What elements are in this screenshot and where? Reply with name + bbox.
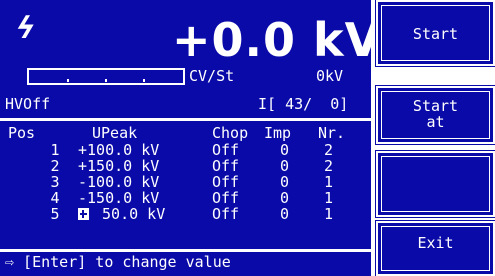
header-upeak: UPeak	[92, 124, 138, 142]
start-button[interactable]: Start	[375, 0, 495, 67]
impulse-counter: I[ 43/ 0]	[258, 95, 349, 113]
divider	[0, 118, 371, 121]
hv-state: HVOff	[5, 95, 51, 113]
control-mode: CV/St	[189, 67, 235, 85]
header-imp: Imp	[264, 124, 292, 142]
row-upeak-value: 50.0 kV	[93, 205, 166, 223]
bar-tick	[143, 79, 145, 82]
header-nr: Nr.	[318, 124, 346, 142]
voltage-bar	[27, 68, 185, 85]
row-chop[interactable]: Off	[212, 206, 239, 223]
start-at-button[interactable]: Start at	[375, 85, 495, 145]
exit-button-label: Exit	[417, 234, 454, 252]
hv-control-screen: ϟ +0.0 kV CV/St 0kV HVOff I[ 43/ 0] Pos …	[0, 0, 495, 276]
row-imp[interactable]: 0	[280, 206, 289, 223]
row-nr[interactable]: 1	[324, 206, 333, 223]
start-at-button-label-line2: at	[426, 113, 445, 131]
blank-softkey[interactable]	[375, 150, 495, 218]
row-upeak-selected[interactable]: 50.0 kV	[78, 206, 165, 223]
header-chop: Chop	[212, 124, 249, 142]
bar-tick	[105, 79, 107, 82]
button-frame	[381, 156, 490, 212]
bar-tick	[67, 79, 69, 82]
exit-button[interactable]: Exit	[375, 220, 495, 276]
setpoint-value: 0kV	[316, 67, 344, 85]
edit-cursor-icon	[78, 208, 89, 220]
start-button-label: Start	[412, 25, 459, 43]
hint-text: ⇨ [Enter] to change value	[5, 253, 231, 271]
lightning-bolt-icon: ϟ	[11, 11, 39, 46]
divider	[0, 249, 371, 252]
lcd-display: ϟ +0.0 kV CV/St 0kV HVOff I[ 43/ 0] Pos …	[0, 0, 380, 276]
header-pos: Pos	[8, 124, 36, 142]
voltage-readout: +0.0 kV	[172, 13, 382, 67]
row-pos: 5	[50, 205, 60, 223]
